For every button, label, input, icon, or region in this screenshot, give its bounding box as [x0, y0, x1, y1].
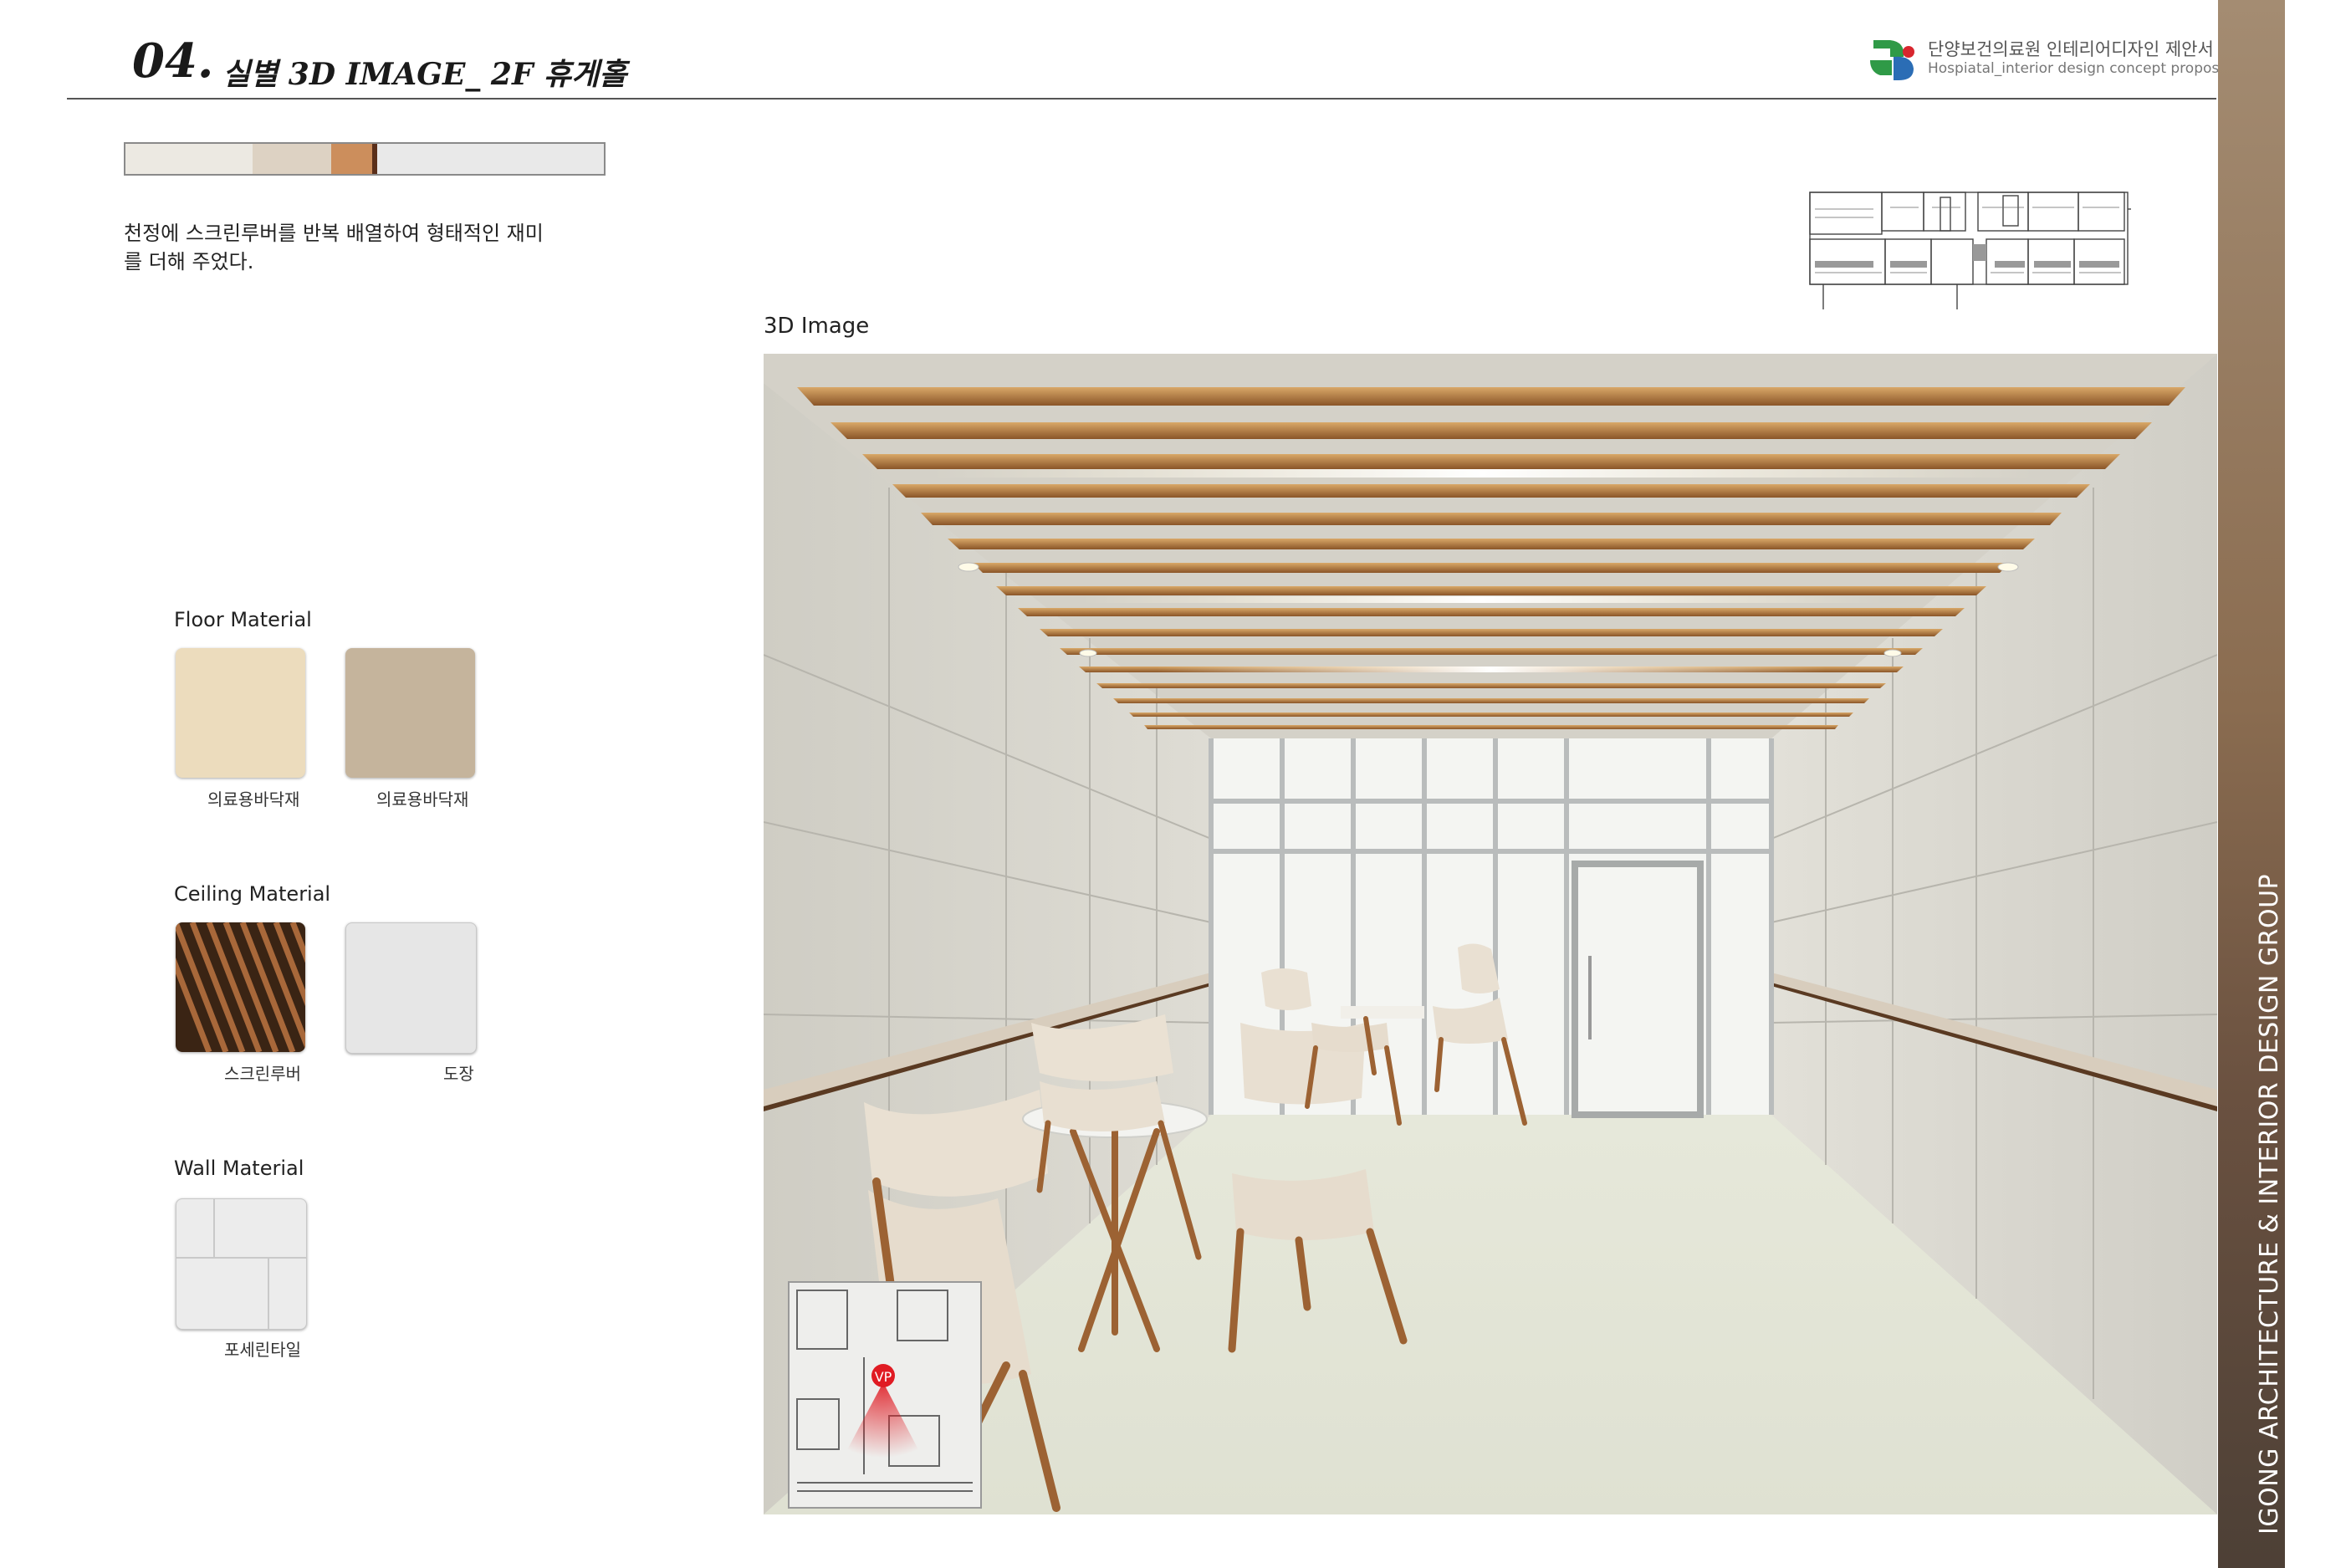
description: 천정에 스크린루버를 반복 배열하여 형태적인 재미 를 더해 주었다. — [124, 219, 592, 276]
description-line: 를 더해 주었다. — [124, 250, 254, 273]
louver-texture — [176, 922, 305, 1052]
viewpoint-inset: VP — [788, 1281, 982, 1509]
palette-color-chip — [330, 144, 372, 174]
ceiling-material-label: 도장 — [443, 1064, 474, 1084]
brand-subtitle: Hospiatal_interior design concept propos… — [1928, 60, 2232, 77]
color-palette — [124, 142, 606, 176]
floor-material-heading: Floor Material — [174, 608, 312, 631]
brand-title: 단양보건의료원 인테리어디자인 제안서 — [1928, 39, 2214, 59]
wall-material-label: 포세린타일 — [224, 1340, 301, 1360]
palette-color-chip — [125, 144, 253, 174]
ceiling-material-swatch — [345, 922, 477, 1054]
section-number: 04. — [132, 33, 214, 89]
viewpoint-label: VP — [875, 1369, 892, 1385]
hospital-logo-icon — [1870, 40, 1914, 80]
ceiling-material-swatch — [176, 922, 305, 1052]
floor-material-swatch — [176, 648, 305, 778]
page-margin — [2285, 0, 2351, 1568]
page-title: 실별 3D IMAGE_ 2F 휴게홀 — [222, 57, 627, 92]
company-name: IGONG ARCHITECTURE & INTERIOR DESIGN GRO… — [2255, 873, 2284, 1535]
tile-texture — [176, 1199, 306, 1329]
floor-material-swatch — [345, 648, 475, 778]
floor-material-label: 의료용바닥재 — [207, 789, 300, 810]
description-line: 천정에 스크린루버를 반복 배열하여 형태적인 재미 — [124, 222, 544, 245]
ceiling-material-heading: Ceiling Material — [174, 882, 331, 906]
wall-material-swatch — [176, 1198, 307, 1330]
lounge-3d-render: VP — [764, 354, 2217, 1514]
palette-color-chip — [371, 144, 378, 174]
floor-key-plan — [1809, 192, 2131, 309]
palette-color-chip — [377, 144, 604, 174]
floor-material-label: 의료용바닥재 — [376, 789, 469, 810]
ceiling-material-label: 스크린루버 — [224, 1064, 301, 1084]
wall-material-heading: Wall Material — [174, 1157, 304, 1180]
image-caption: 3D Image — [764, 314, 870, 339]
header-divider — [67, 98, 2216, 100]
palette-color-chip — [252, 144, 331, 174]
